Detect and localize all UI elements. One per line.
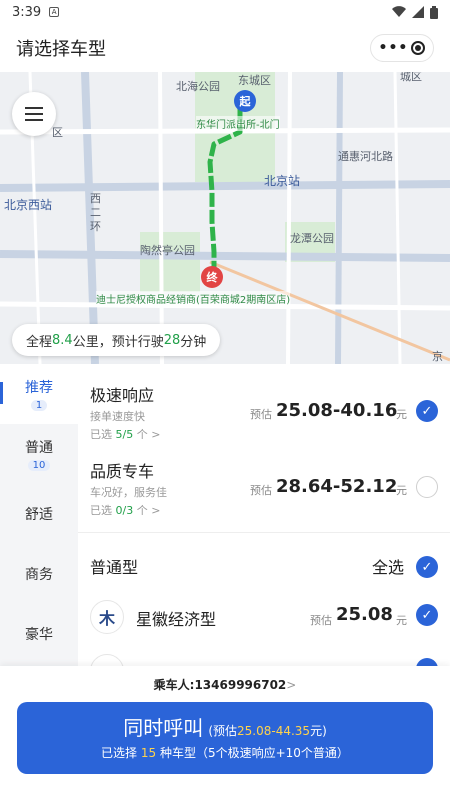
car-checkbox[interactable]: ✓: [416, 604, 438, 626]
start-pin: 起: [234, 90, 256, 112]
map-label-west-ring: 西二环: [90, 192, 101, 233]
route-summary: 全程 8.4 公里，预计行驶 28 分钟: [12, 324, 221, 356]
status-bar: 3:39 A: [0, 0, 450, 24]
category-tabs: 推荐 1 普通 10 舒适 商务 豪华: [0, 364, 78, 666]
tab-luxury[interactable]: 豪华: [0, 604, 78, 664]
map-label-district-frag: 区: [52, 126, 63, 139]
notification-icon: A: [49, 7, 60, 17]
bottom-bar: 乘车人:13469996702> 同时呼叫 (预估25.08-44.35元) 已…: [0, 666, 450, 800]
map-label-disney: 迪士尼授权商品经销商(百荣商城2期南区店): [96, 291, 291, 306]
price-unit: 元: [396, 484, 407, 497]
option-fast-response[interactable]: 极速响应 接单速度快 已选 5/5 个 > 预估 25.08-40.16 元 ✓: [78, 364, 450, 448]
xinghui-logo-icon: 木: [90, 600, 124, 634]
group-title: 普通型: [90, 558, 139, 577]
summary-minutes: 28: [163, 332, 181, 348]
price-estimate-label: 预估: [250, 408, 272, 421]
page-title: 请选择车型: [16, 39, 106, 60]
call-est-open: (预估: [208, 724, 238, 738]
map-label-tonghuihe: 通惠河北路: [338, 150, 393, 163]
status-icons: [392, 5, 438, 19]
car-logo-icon: [90, 654, 124, 666]
tab-comfort[interactable]: 舒适: [0, 484, 78, 544]
signal-icon: [412, 6, 424, 18]
car-checkbox[interactable]: [416, 658, 438, 666]
tab-label: 普通: [25, 440, 53, 456]
option-premium[interactable]: 品质专车 车况好，服务佳 已选 0/3 个 > 预估 28.64-52.12 元: [78, 448, 450, 532]
route-map[interactable]: 北海公园 东城区 城区 区 东华门派出所-北门 通惠河北路 北京站 北京西站 西…: [0, 72, 450, 364]
summary-distance: 8.4: [52, 332, 73, 348]
select-all-checkbox[interactable]: ✓: [416, 556, 438, 578]
tab-label: 商务: [25, 567, 53, 583]
car-item-xinghui[interactable]: 木 星徽经济型 预估 25.08 元 ✓: [78, 596, 450, 646]
option-selected[interactable]: 已选 0/3 个 >: [90, 502, 160, 518]
summary-prefix: 全程: [26, 334, 53, 350]
tab-label: 推荐: [25, 380, 53, 396]
call-button[interactable]: 同时呼叫 (预估25.08-44.35元) 已选择 15 种车型（5个极速响应+…: [17, 702, 433, 774]
tab-label: 舒适: [25, 507, 53, 523]
option-name: 极速响应: [90, 386, 155, 405]
map-label-longtan: 龙潭公园: [290, 232, 334, 245]
selected-prefix: 已选择: [101, 746, 141, 760]
map-label-dongcheng-frag: 城区: [400, 72, 422, 83]
option-sub: 接单速度快: [90, 410, 145, 423]
map-label-jing: 京: [432, 350, 443, 363]
selected-suffix: 种车型（5个极速响应+10个普通）: [156, 746, 349, 760]
call-label: 同时呼叫: [123, 716, 204, 740]
tab-normal[interactable]: 普通 10: [0, 424, 78, 484]
miniprogram-capsule: •••: [370, 34, 434, 62]
tab-badge: 10: [27, 460, 51, 471]
wifi-icon: [392, 6, 406, 18]
chevron-right-icon: >: [286, 678, 297, 692]
call-est-close: 元): [310, 724, 327, 738]
map-label-beijing-west: 北京西站: [4, 198, 53, 212]
map-label-donghua: 东华门派出所-北门: [196, 116, 280, 131]
option-checkbox[interactable]: [416, 476, 438, 498]
summary-suffix: 分钟: [180, 334, 207, 350]
option-price: 25.08-40.16: [276, 400, 398, 421]
car-name: 星徽经济型: [136, 610, 217, 629]
selected-count: 15: [140, 746, 157, 760]
car-item-partial[interactable]: [78, 650, 450, 666]
status-time: 3:39: [12, 4, 42, 20]
map-label-beijing-station: 北京站: [264, 174, 301, 188]
option-selected[interactable]: 已选 5/5 个 >: [90, 426, 160, 442]
tab-label: 豪华: [25, 627, 53, 643]
passenger-selector[interactable]: 乘车人:13469996702>: [0, 676, 450, 693]
tab-badge: 1: [30, 400, 48, 411]
map-label-dongcheng: 东城区: [238, 74, 271, 87]
car-price: 25.08: [336, 604, 393, 625]
option-sub: 车况好，服务佳: [90, 486, 167, 499]
price-estimate-label: 预估: [310, 614, 332, 627]
map-label-taoranting: 陶然亭公园: [140, 244, 195, 257]
hamburger-icon: [25, 107, 43, 109]
price-estimate-label: 预估: [250, 484, 272, 497]
option-checkbox[interactable]: ✓: [416, 400, 438, 422]
tab-recommend[interactable]: 推荐 1: [0, 364, 78, 424]
more-icon[interactable]: •••: [379, 40, 409, 56]
tab-business[interactable]: 商务: [0, 544, 78, 604]
option-price: 28.64-52.12: [276, 476, 398, 497]
select-all-label[interactable]: 全选: [372, 554, 404, 578]
battery-icon: [430, 5, 438, 19]
close-target-icon[interactable]: [411, 41, 426, 55]
option-list: 极速响应 接单速度快 已选 5/5 个 > 预估 25.08-40.16 元 ✓…: [78, 364, 450, 666]
option-name: 品质专车: [90, 462, 155, 481]
passenger-label: 乘车人:13469996702: [153, 678, 287, 692]
price-unit: 元: [396, 408, 407, 421]
section-divider: [78, 532, 450, 533]
summary-mid: 公里，预计行驶: [72, 334, 164, 350]
header: 请选择车型 •••: [0, 24, 450, 72]
end-pin: 终: [201, 266, 223, 288]
call-est-range: 25.08-44.35: [237, 724, 311, 738]
map-label-beihai: 北海公园: [176, 80, 220, 93]
map-menu-button[interactable]: [12, 92, 56, 136]
price-unit: 元: [396, 614, 407, 627]
